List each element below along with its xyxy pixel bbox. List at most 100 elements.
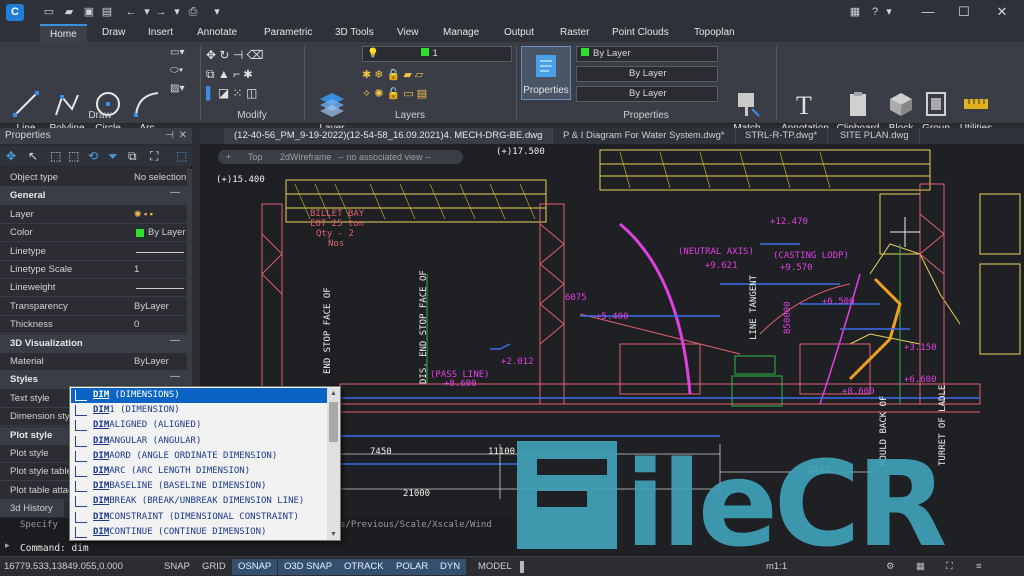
- autocomplete-item[interactable]: DIMBASELINE (BASELINE DIMENSION): [71, 479, 327, 494]
- save-as-icon[interactable]: ▤: [100, 5, 114, 19]
- autocomplete-item[interactable]: DIM (DIMENSIONS): [71, 388, 327, 404]
- pick-icon[interactable]: ↖: [28, 149, 38, 163]
- redo-icon[interactable]: →: [154, 5, 168, 19]
- layer-previous-icon[interactable]: ▱: [415, 69, 423, 81]
- scroll-up-icon[interactable]: ▲: [330, 390, 337, 397]
- trim-icon[interactable]: ⊣: [233, 48, 243, 62]
- filter-icon[interactable]: ⏷: [108, 149, 118, 164]
- status-menu-icon[interactable]: ≡: [970, 559, 988, 575]
- otrack-toggle[interactable]: OTRACK: [338, 559, 390, 575]
- copy-icon[interactable]: ⧉: [206, 67, 215, 81]
- explode-icon[interactable]: ✱: [244, 67, 253, 81]
- tab-insert[interactable]: Insert: [146, 24, 175, 42]
- linetype-dropdown[interactable]: By Layer: [576, 66, 718, 82]
- doc-tab-pid-diagram[interactable]: P & I Diagram For Water System.dwg*: [553, 128, 736, 144]
- customize-quick-access-icon[interactable]: ▾: [210, 5, 224, 19]
- scroll-thumb[interactable]: [329, 402, 338, 442]
- autocomplete-item[interactable]: DIMAORD (ANGLE ORDINATE DIMENSION): [71, 449, 327, 464]
- visual-style[interactable]: 2dWireframe: [280, 150, 332, 164]
- cursor-select-icon[interactable]: ⬚: [176, 149, 187, 163]
- hatch-icon[interactable]: ▨▾: [170, 83, 196, 101]
- autocomplete-item[interactable]: DIMARC (ARC LENGTH DIMENSION): [71, 464, 327, 479]
- property-row[interactable]: Lineweight: [0, 279, 187, 298]
- move-icon[interactable]: ✥: [206, 48, 216, 62]
- viewport-menu-icon[interactable]: +: [226, 150, 231, 164]
- tab-parametric[interactable]: Parametric: [262, 24, 314, 42]
- help-dropdown-icon[interactable]: ▾: [882, 5, 896, 19]
- autocomplete-item[interactable]: DIMBREAK (BREAK/UNBREAK DIMENSION LINE): [71, 494, 327, 509]
- open-folder-icon[interactable]: ▰: [62, 5, 76, 19]
- tab-output[interactable]: Output: [502, 24, 536, 42]
- annotation-scale[interactable]: m1:1: [760, 559, 793, 575]
- rotate-icon[interactable]: ↻: [219, 48, 229, 62]
- view-preset[interactable]: Top: [248, 150, 263, 164]
- collapse-icon[interactable]: —: [170, 335, 184, 346]
- properties-button[interactable]: Properties: [521, 46, 571, 100]
- autocomplete-item[interactable]: DIMCONSTRAINT (DIMENSIONAL CONSTRAINT): [71, 510, 327, 525]
- snap-toggle[interactable]: SNAP: [158, 559, 196, 575]
- collapse-icon[interactable]: —: [170, 187, 184, 198]
- new-file-icon[interactable]: ▭: [42, 5, 56, 19]
- property-row[interactable]: Object type No selection: [0, 169, 187, 187]
- mirror-icon[interactable]: ▲: [218, 67, 230, 81]
- tab-draw[interactable]: Draw: [100, 24, 127, 42]
- erase-icon[interactable]: ⌫: [247, 48, 264, 62]
- toggle-pickadd-icon[interactable]: ⟲: [88, 149, 98, 163]
- collapse-icon[interactable]: —: [170, 371, 184, 382]
- color-dropdown[interactable]: By Layer: [576, 46, 718, 62]
- layer-dropdown[interactable]: 💡 1: [362, 46, 512, 62]
- tab-point-clouds[interactable]: Point Clouds: [610, 24, 671, 42]
- named-view[interactable]: -- no associated view --: [338, 150, 431, 164]
- minimize-icon[interactable]: —: [914, 3, 942, 21]
- autocomplete-item[interactable]: DIMCONTINUE (CONTINUE DIMENSION): [71, 525, 327, 540]
- app-logo-icon[interactable]: C: [6, 4, 24, 21]
- tab-topoplan[interactable]: Topoplan: [692, 24, 737, 42]
- layer-freeze-icon[interactable]: ❄: [374, 69, 383, 81]
- layer-isolate-icon[interactable]: ✧: [362, 88, 371, 100]
- property-section-header[interactable]: 3D Visualization: [0, 334, 187, 353]
- tab-annotate[interactable]: Annotate: [195, 24, 239, 42]
- layer-merge-icon[interactable]: ▤: [417, 88, 427, 100]
- ellipse-icon[interactable]: ⬭▾: [170, 65, 196, 83]
- layer-unlock-icon[interactable]: 🔓: [387, 88, 401, 100]
- help-icon[interactable]: ?: [868, 5, 882, 19]
- property-section-header[interactable]: General: [0, 187, 187, 206]
- autocomplete-scrollbar[interactable]: ▲ ▼: [327, 388, 340, 540]
- tab-view[interactable]: View: [395, 24, 421, 42]
- redo-dropdown-icon[interactable]: ▾: [170, 5, 184, 19]
- rectangle-icon[interactable]: ▭▾: [170, 47, 196, 65]
- undo-dropdown-icon[interactable]: ▾: [140, 5, 154, 19]
- select-objects-icon[interactable]: ✥: [6, 149, 16, 163]
- palette-close-icon[interactable]: ✕: [179, 128, 187, 144]
- doc-tab-mech-drg[interactable]: (12-40-56_PM_9-19-2022)(12-54-58_16.09.2…: [224, 128, 554, 144]
- layer-match-icon[interactable]: ▰: [403, 69, 411, 81]
- doc-tab-site-plan[interactable]: SITE PLAN.dwg: [830, 128, 920, 144]
- model-toggle[interactable]: MODEL: [472, 559, 518, 575]
- close-icon[interactable]: ✕: [988, 3, 1016, 21]
- autocomplete-item[interactable]: DIMANGULAR (ANGULAR): [71, 434, 327, 449]
- autocomplete-item[interactable]: DIM1 (DIMENSION): [71, 403, 327, 418]
- polar-toggle[interactable]: POLAR: [390, 559, 435, 575]
- layer-walk-icon[interactable]: ▭: [403, 88, 413, 100]
- property-row[interactable]: Layer ✺ ▪ ▪: [0, 206, 187, 224]
- scroll-down-icon[interactable]: ▼: [330, 531, 337, 538]
- property-row[interactable]: Material ByLayer: [0, 353, 187, 371]
- tab-home[interactable]: Home: [40, 24, 87, 42]
- offset-icon[interactable]: ◫: [246, 86, 257, 100]
- layer-on-icon[interactable]: ✱: [362, 69, 371, 81]
- save-icon[interactable]: ▣: [82, 5, 96, 19]
- scale-icon[interactable]: ◪: [218, 86, 229, 100]
- pin-icon[interactable]: ⊣: [165, 128, 174, 144]
- property-row[interactable]: Linetype: [0, 243, 187, 261]
- dyn-toggle[interactable]: DYN: [434, 559, 467, 575]
- window-select-icon[interactable]: ⬚: [50, 149, 61, 163]
- print-icon[interactable]: ⎙: [186, 5, 200, 19]
- deselect-icon[interactable]: ⛶: [150, 149, 158, 164]
- layer-thaw-icon[interactable]: ✺: [374, 88, 383, 100]
- property-row[interactable]: Color By Layer: [0, 224, 187, 243]
- app-window-icon[interactable]: ▦: [848, 5, 862, 19]
- lineweight-dropdown[interactable]: By Layer: [576, 86, 718, 102]
- command-prompt[interactable]: Command: dim: [20, 543, 89, 554]
- stretch-icon[interactable]: ▌: [206, 86, 215, 100]
- fullscreen-icon[interactable]: ⛶: [940, 559, 959, 575]
